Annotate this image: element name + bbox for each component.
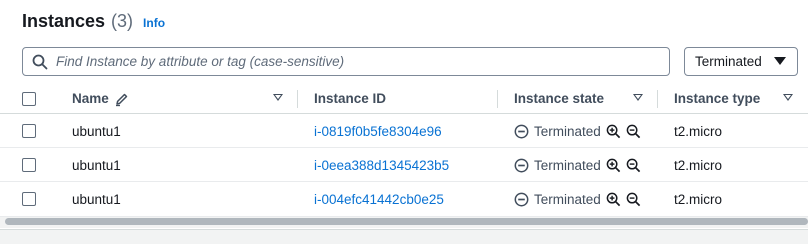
panel-footer (0, 229, 808, 244)
zoom-out-icon[interactable] (626, 192, 641, 207)
instance-name: ubuntu1 (72, 123, 121, 139)
row-checkbox[interactable] (22, 124, 36, 138)
row-checkbox[interactable] (22, 158, 36, 172)
sort-name-icon[interactable] (273, 94, 283, 101)
terminated-status-icon (514, 192, 529, 207)
page-header: Instances (3) Info (22, 11, 165, 35)
terminated-status-icon (514, 158, 529, 172)
table-row[interactable]: ubuntu1 i-0eea388d1345423b5 Terminated t… (0, 149, 808, 182)
zoom-out-icon[interactable] (626, 124, 641, 139)
table-row[interactable]: ubuntu1 i-0819f0b5fe8304e96 Terminated t… (0, 115, 808, 148)
search-icon (32, 54, 48, 69)
search-placeholder: Find Instance by attribute or tag (case-… (56, 54, 345, 69)
zoom-in-icon[interactable] (606, 124, 621, 139)
zoom-in-icon[interactable] (606, 192, 621, 207)
instance-id-link[interactable]: i-004efc41442cb0e25 (314, 183, 444, 216)
instance-count: (3) (111, 11, 134, 31)
select-all-checkbox[interactable] (22, 92, 36, 106)
column-header-instance-type[interactable]: Instance type (674, 84, 760, 113)
info-link[interactable]: Info (143, 16, 165, 30)
instance-name: ubuntu1 (72, 157, 121, 173)
pencil-icon (115, 93, 128, 106)
instance-type: t2.micro (674, 192, 723, 207)
instance-state: Terminated (514, 183, 641, 216)
zoom-out-icon[interactable] (626, 158, 641, 173)
instance-type: t2.micro (674, 123, 723, 139)
dropdown-caret-icon (774, 57, 786, 65)
instance-name: ubuntu1 (72, 192, 121, 207)
column-header-instance-state[interactable]: Instance state (514, 84, 604, 113)
state-filter-value: Terminated (695, 54, 762, 69)
page-title: Instances (22, 11, 106, 31)
instance-id-link[interactable]: i-0819f0b5fe8304e96 (314, 115, 442, 147)
search-input[interactable]: Find Instance by attribute or tag (case-… (22, 47, 670, 76)
column-resizer[interactable] (497, 90, 498, 108)
zoom-in-icon[interactable] (606, 158, 621, 173)
terminated-status-icon (514, 124, 529, 138)
horizontal-scrollbar-thumb[interactable] (5, 218, 808, 225)
column-header-instance-id[interactable]: Instance ID (314, 84, 386, 113)
instance-type: t2.micro (674, 157, 723, 173)
instance-state: Terminated (514, 149, 641, 181)
table-header-row: Name Instance ID Instance state Instance… (0, 84, 808, 114)
sort-state-icon[interactable] (633, 94, 643, 101)
sort-type-icon[interactable] (783, 94, 793, 101)
column-resizer[interactable] (297, 90, 298, 108)
instance-state-filter-select[interactable]: Terminated (684, 47, 798, 76)
column-header-name[interactable]: Name (72, 84, 130, 113)
row-checkbox[interactable] (22, 192, 36, 206)
column-resizer[interactable] (657, 90, 658, 108)
table-row[interactable]: ubuntu1 i-004efc41442cb0e25 Terminated t… (0, 183, 808, 216)
instance-state: Terminated (514, 115, 641, 147)
instance-id-link[interactable]: i-0eea388d1345423b5 (314, 149, 449, 181)
